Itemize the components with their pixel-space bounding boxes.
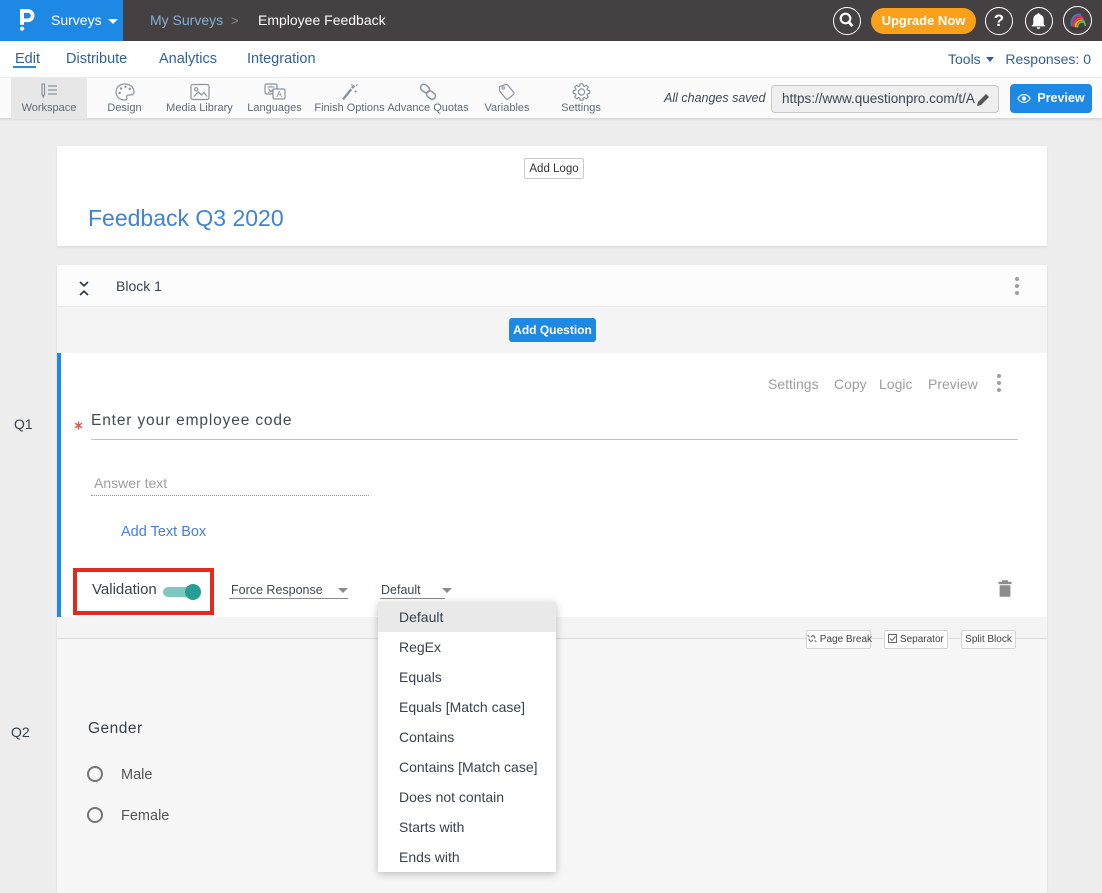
svg-text:A: A [276, 90, 282, 99]
